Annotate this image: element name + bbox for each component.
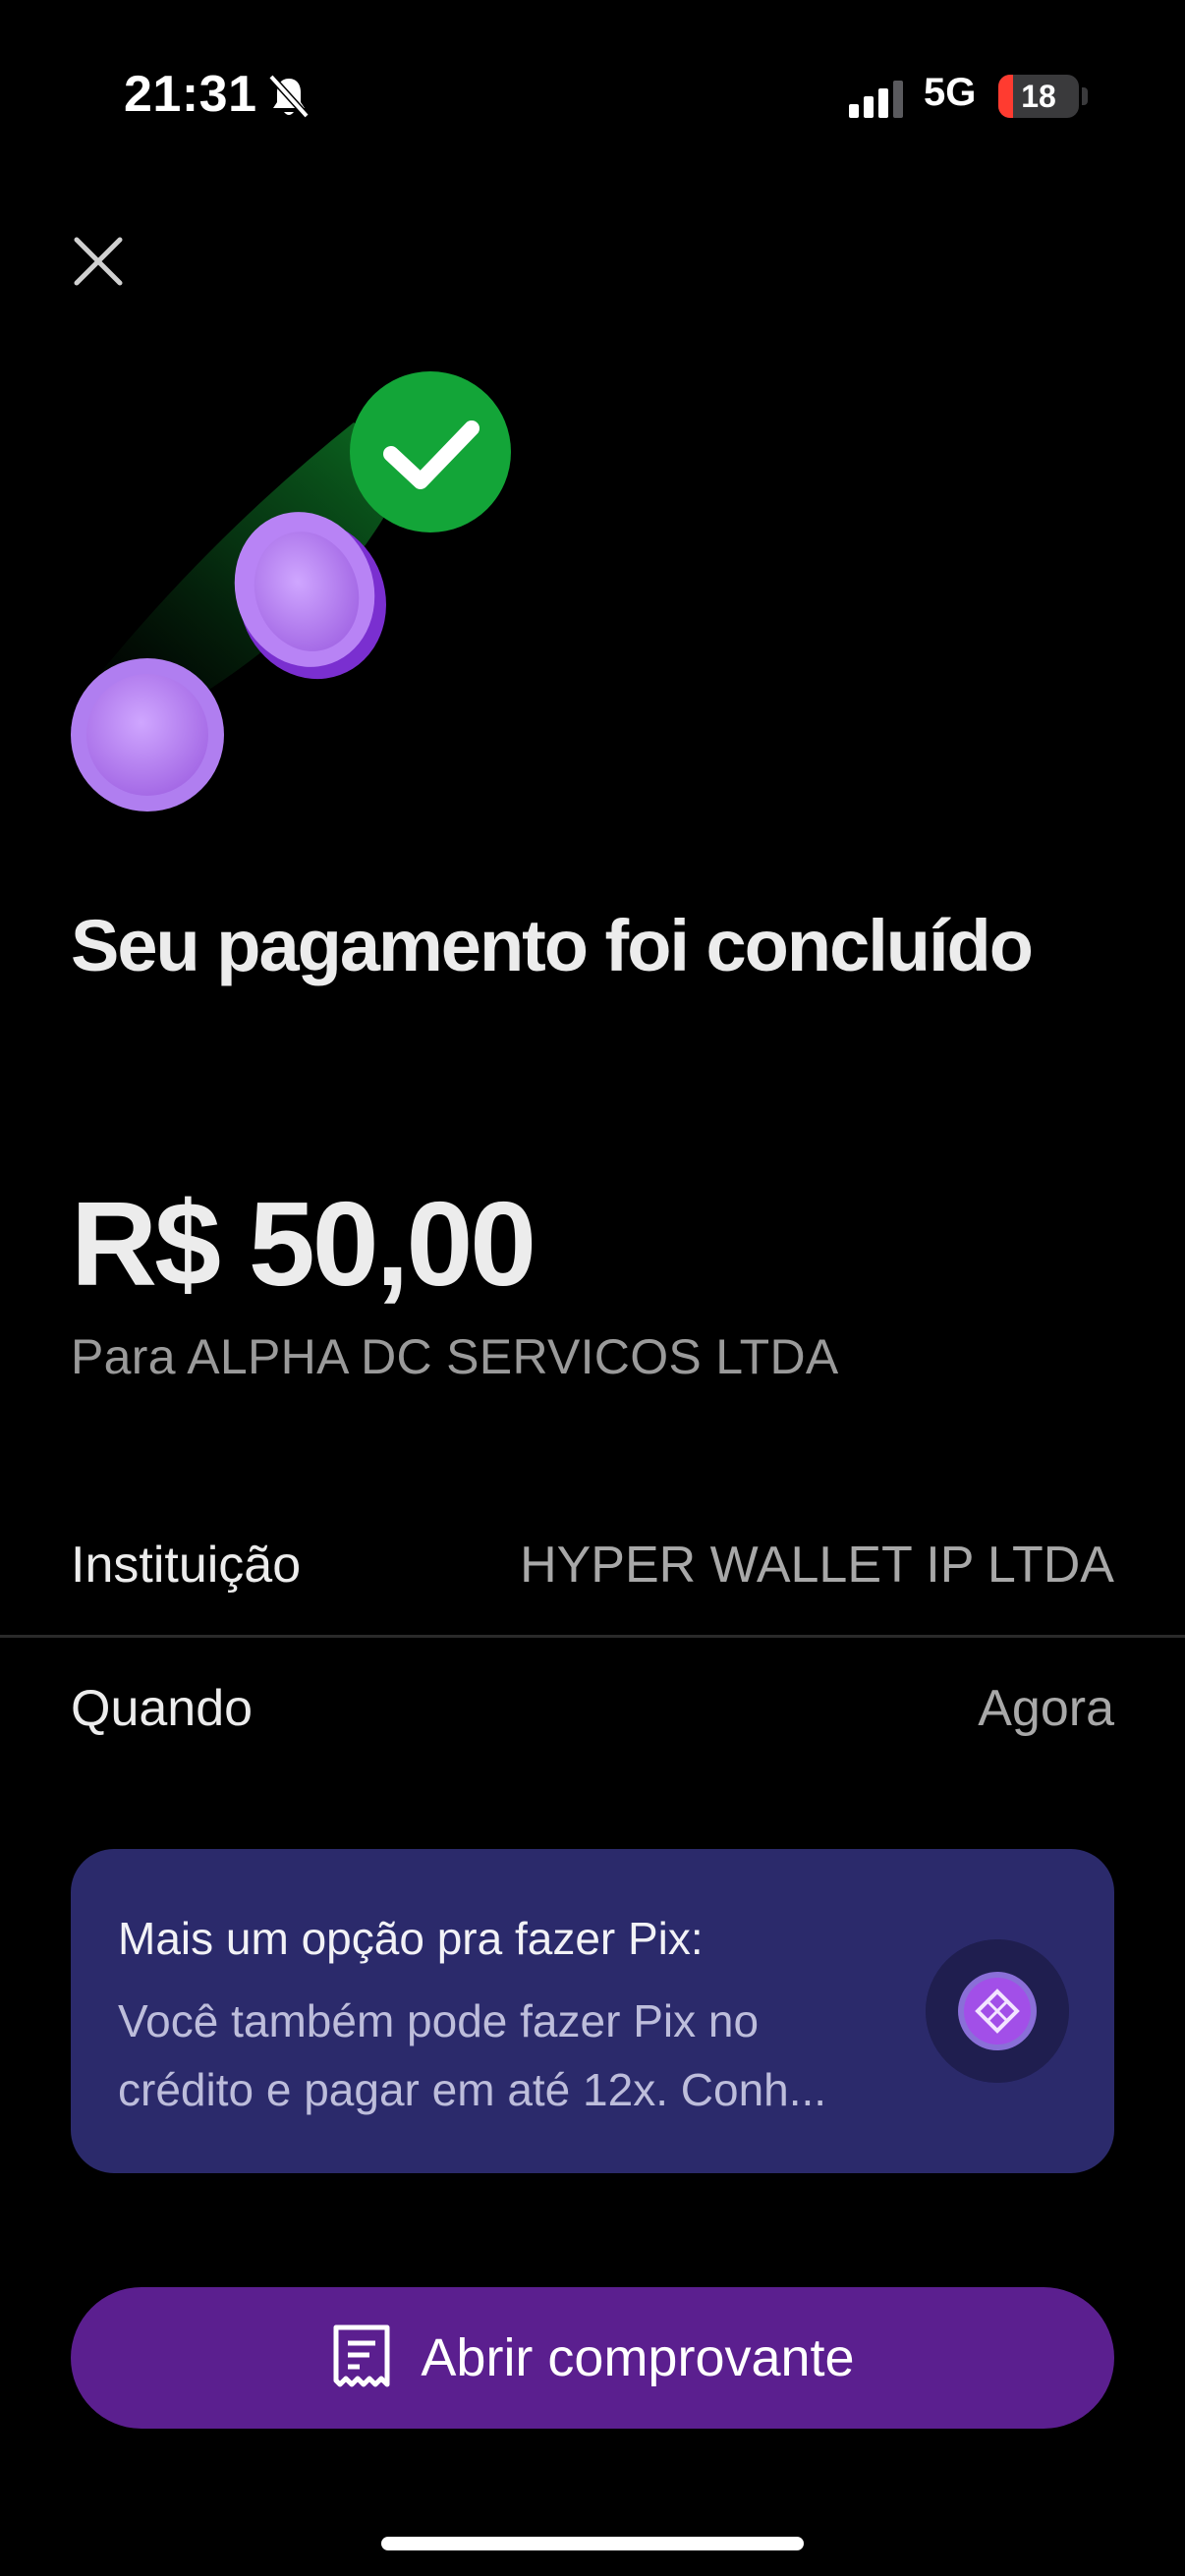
page-title: Seu pagamento foi concluído	[71, 905, 1034, 986]
bell-muted-icon	[268, 74, 310, 119]
status-time: 21:31	[124, 66, 257, 123]
open-receipt-label: Abrir comprovante	[421, 2328, 855, 2387]
payment-success-illustration	[71, 371, 511, 812]
open-receipt-button[interactable]: Abrir comprovante	[71, 2287, 1114, 2429]
coin-icon	[71, 658, 224, 812]
detail-label: Instituição	[71, 1537, 302, 1594]
cellular-signal-icon	[849, 81, 903, 118]
detail-row-institution: Instituição HYPER WALLET IP LTDA	[0, 1493, 1185, 1637]
check-badge-icon	[350, 371, 511, 532]
promo-body: Você também pode fazer Pix no crédito e …	[118, 1995, 827, 2115]
battery-level: 18	[1021, 78, 1056, 114]
battery-icon: 18	[998, 75, 1079, 118]
detail-label: Quando	[71, 1680, 254, 1737]
home-indicator[interactable]	[381, 2537, 804, 2550]
detail-row-when: Quando Agora	[0, 1637, 1185, 1780]
close-button[interactable]	[69, 232, 128, 291]
pix-credit-promo-card[interactable]: Mais um opção pra fazer Pix: Você também…	[71, 1849, 1114, 2173]
pix-credit-icon	[926, 1939, 1069, 2083]
battery-cap	[1082, 87, 1088, 105]
network-type: 5G	[924, 71, 977, 114]
promo-title: Mais um opção pra fazer Pix:	[118, 1913, 704, 1964]
payment-success-screen: 21:31 5G 18 Seu pagamento foi concluído …	[0, 0, 1185, 2576]
detail-value: Agora	[978, 1680, 1114, 1737]
payment-amount: R$ 50,00	[71, 1177, 536, 1311]
status-bar: 21:31 5G 18	[0, 0, 1185, 196]
payment-recipient: Para ALPHA DC SERVICOS LTDA	[71, 1329, 839, 1384]
receipt-icon	[333, 2324, 390, 2387]
detail-value: HYPER WALLET IP LTDA	[520, 1537, 1114, 1594]
